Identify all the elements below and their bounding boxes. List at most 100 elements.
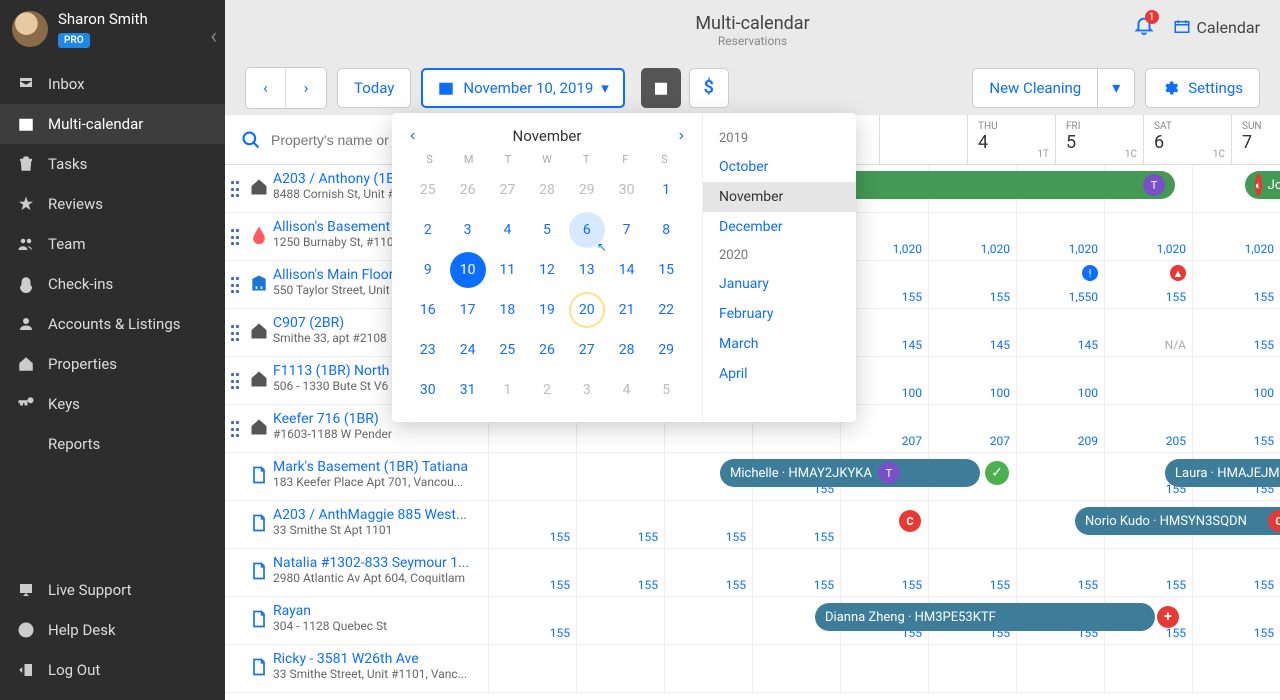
calendar-cell[interactable]: 155 (576, 549, 664, 596)
sidebar-item-accounts-listings[interactable]: Accounts & Listings (0, 304, 225, 344)
calendar-cell[interactable]: 1,020 (928, 213, 1016, 260)
booking-bar[interactable]: Michelle · HMAY2JKYKA T (720, 459, 980, 487)
calendar-day[interactable]: 4 (609, 372, 645, 408)
calendar-day[interactable]: 5 (529, 212, 565, 248)
calendar-day[interactable]: 25 (490, 332, 526, 368)
month-option[interactable]: October (703, 152, 856, 182)
calendar-cell[interactable]: N/A (1104, 309, 1192, 356)
calendar-cell[interactable]: 155 (928, 549, 1016, 596)
calendar-cell[interactable]: 100 (928, 357, 1016, 404)
add-icon[interactable]: + (1157, 606, 1179, 628)
calendar-day[interactable]: 18 (490, 292, 526, 328)
calendar-cell[interactable]: 155 (488, 549, 576, 596)
drag-handle-icon[interactable] (231, 373, 239, 389)
calendar-cell[interactable]: 155 (752, 549, 840, 596)
calendar-day[interactable]: 17 (450, 292, 486, 328)
calendar-cell[interactable]: 145 (1016, 309, 1104, 356)
calendar-cell[interactable]: 155 (1192, 405, 1280, 452)
calendar-cell[interactable]: 155 (1192, 549, 1280, 596)
calendar-day[interactable]: 10 (450, 252, 486, 288)
calendar-cell[interactable]: ▲155 (1104, 261, 1192, 308)
calendar-cell[interactable]: 100 (1016, 357, 1104, 404)
booking-bar[interactable]: Norio Kudo · HMSYN3SQDN C (1075, 507, 1280, 535)
calendar-cell[interactable]: 155 (1192, 261, 1280, 308)
sidebar-item-reports[interactable]: Reports (0, 424, 225, 464)
drag-handle-icon[interactable] (231, 229, 239, 245)
calendar-cell[interactable] (576, 645, 664, 692)
sidebar-item-log-out[interactable]: Log Out (0, 650, 225, 690)
calendar-day[interactable]: 26 (450, 172, 486, 208)
calendar-day[interactable]: 4 (490, 212, 526, 248)
calendar-day[interactable]: 11 (490, 252, 526, 288)
calendar-day[interactable]: 27 (490, 172, 526, 208)
calendar-cell[interactable]: 155 (1104, 549, 1192, 596)
calendar-cell[interactable]: 209 (1016, 405, 1104, 452)
calendar-day[interactable]: 22 (648, 292, 684, 328)
calendar-cell[interactable] (1104, 357, 1192, 404)
calendar-cell[interactable] (752, 645, 840, 692)
calendar-cell[interactable] (928, 645, 1016, 692)
booking-bar[interactable]: Dianna Zheng · HM3PE53KTF (815, 603, 1155, 631)
calendar-cell[interactable] (488, 645, 576, 692)
calendar-cell[interactable]: 155 (1192, 597, 1280, 644)
calendar-cell[interactable]: 155 (664, 549, 752, 596)
sidebar-item-keys[interactable]: Keys (0, 384, 225, 424)
month-option[interactable]: January (703, 269, 856, 299)
calendar-cell[interactable]: 145 (928, 309, 1016, 356)
calendar-cell[interactable]: 155 (488, 501, 576, 548)
calendar-day[interactable]: 3 (450, 212, 486, 248)
calendar-day[interactable]: 23 (410, 332, 446, 368)
calendar-day[interactable]: 31 (450, 372, 486, 408)
calendar-day[interactable]: 21 (609, 292, 645, 328)
calendar-cell[interactable]: 155 (488, 597, 576, 644)
month-option[interactable]: February (703, 299, 856, 329)
today-button[interactable]: Today (337, 68, 411, 108)
calendar-cell[interactable] (664, 597, 752, 644)
property-cell[interactable]: A203 / AnthMaggie 885 West...33 Smithe S… (225, 501, 488, 548)
notification-bell-icon[interactable]: 1 (1133, 14, 1155, 40)
calendar-day[interactable]: 19 (529, 292, 565, 328)
calendar-cell[interactable]: 155 (1016, 549, 1104, 596)
ical-button[interactable] (641, 68, 681, 108)
drag-handle-icon[interactable] (231, 277, 239, 293)
calendar-day[interactable]: 30 (609, 172, 645, 208)
calendar-cell[interactable]: 155 (752, 501, 840, 548)
calendar-day[interactable]: 8 (648, 212, 684, 248)
calendar-cell[interactable]: 155 (576, 501, 664, 548)
calendar-day[interactable]: 6↖ (569, 212, 605, 248)
sidebar-item-reviews[interactable]: Reviews (0, 184, 225, 224)
calendar-day[interactable]: 1 (648, 172, 684, 208)
calendar-cell[interactable] (1016, 453, 1104, 500)
calendar-cell[interactable]: 155 (1192, 309, 1280, 356)
calendar-cell[interactable] (576, 453, 664, 500)
calendar-day[interactable]: 28 (529, 172, 565, 208)
property-cell[interactable]: Rayan304 - 1128 Quebec St (225, 597, 488, 644)
calendar-cell[interactable] (1104, 645, 1192, 692)
calendar-cell[interactable] (664, 645, 752, 692)
calendar-cell[interactable] (488, 453, 576, 500)
new-cleaning-dropdown[interactable]: ▾ (1098, 69, 1134, 107)
calendar-day[interactable]: 28 (609, 332, 645, 368)
prev-month-button[interactable]: ‹ (410, 127, 415, 145)
calendar-day[interactable]: 26 (529, 332, 565, 368)
pricing-button[interactable]: $ (689, 68, 729, 108)
calendar-day[interactable]: 29 (569, 172, 605, 208)
calendar-cell[interactable]: 155 (840, 549, 928, 596)
calendar-day[interactable]: 27 (569, 332, 605, 368)
prev-week-button[interactable]: ‹ (246, 68, 286, 108)
calendar-day[interactable]: 24 (450, 332, 486, 368)
calendar-day[interactable]: 20 (569, 292, 605, 328)
sidebar-collapse-icon[interactable]: ‹ (210, 24, 217, 49)
calendar-day[interactable]: 25 (410, 172, 446, 208)
drag-handle-icon[interactable] (231, 325, 239, 341)
calendar-day[interactable]: 12 (529, 252, 565, 288)
calendar-cell[interactable]: 1,020 (1104, 213, 1192, 260)
calendar-cell[interactable]: 1,020 (1016, 213, 1104, 260)
calendar-day[interactable]: 30 (410, 372, 446, 408)
calendar-day[interactable]: 16 (410, 292, 446, 328)
next-week-button[interactable]: › (286, 68, 326, 108)
property-cell[interactable]: Mark's Basement (1BR) Tatiana183 Keefer … (225, 453, 488, 500)
sidebar-item-check-ins[interactable]: Check-ins (0, 264, 225, 304)
calendar-day[interactable]: 2 (529, 372, 565, 408)
date-picker-button[interactable]: November 10, 2019 ▾ (421, 68, 624, 108)
